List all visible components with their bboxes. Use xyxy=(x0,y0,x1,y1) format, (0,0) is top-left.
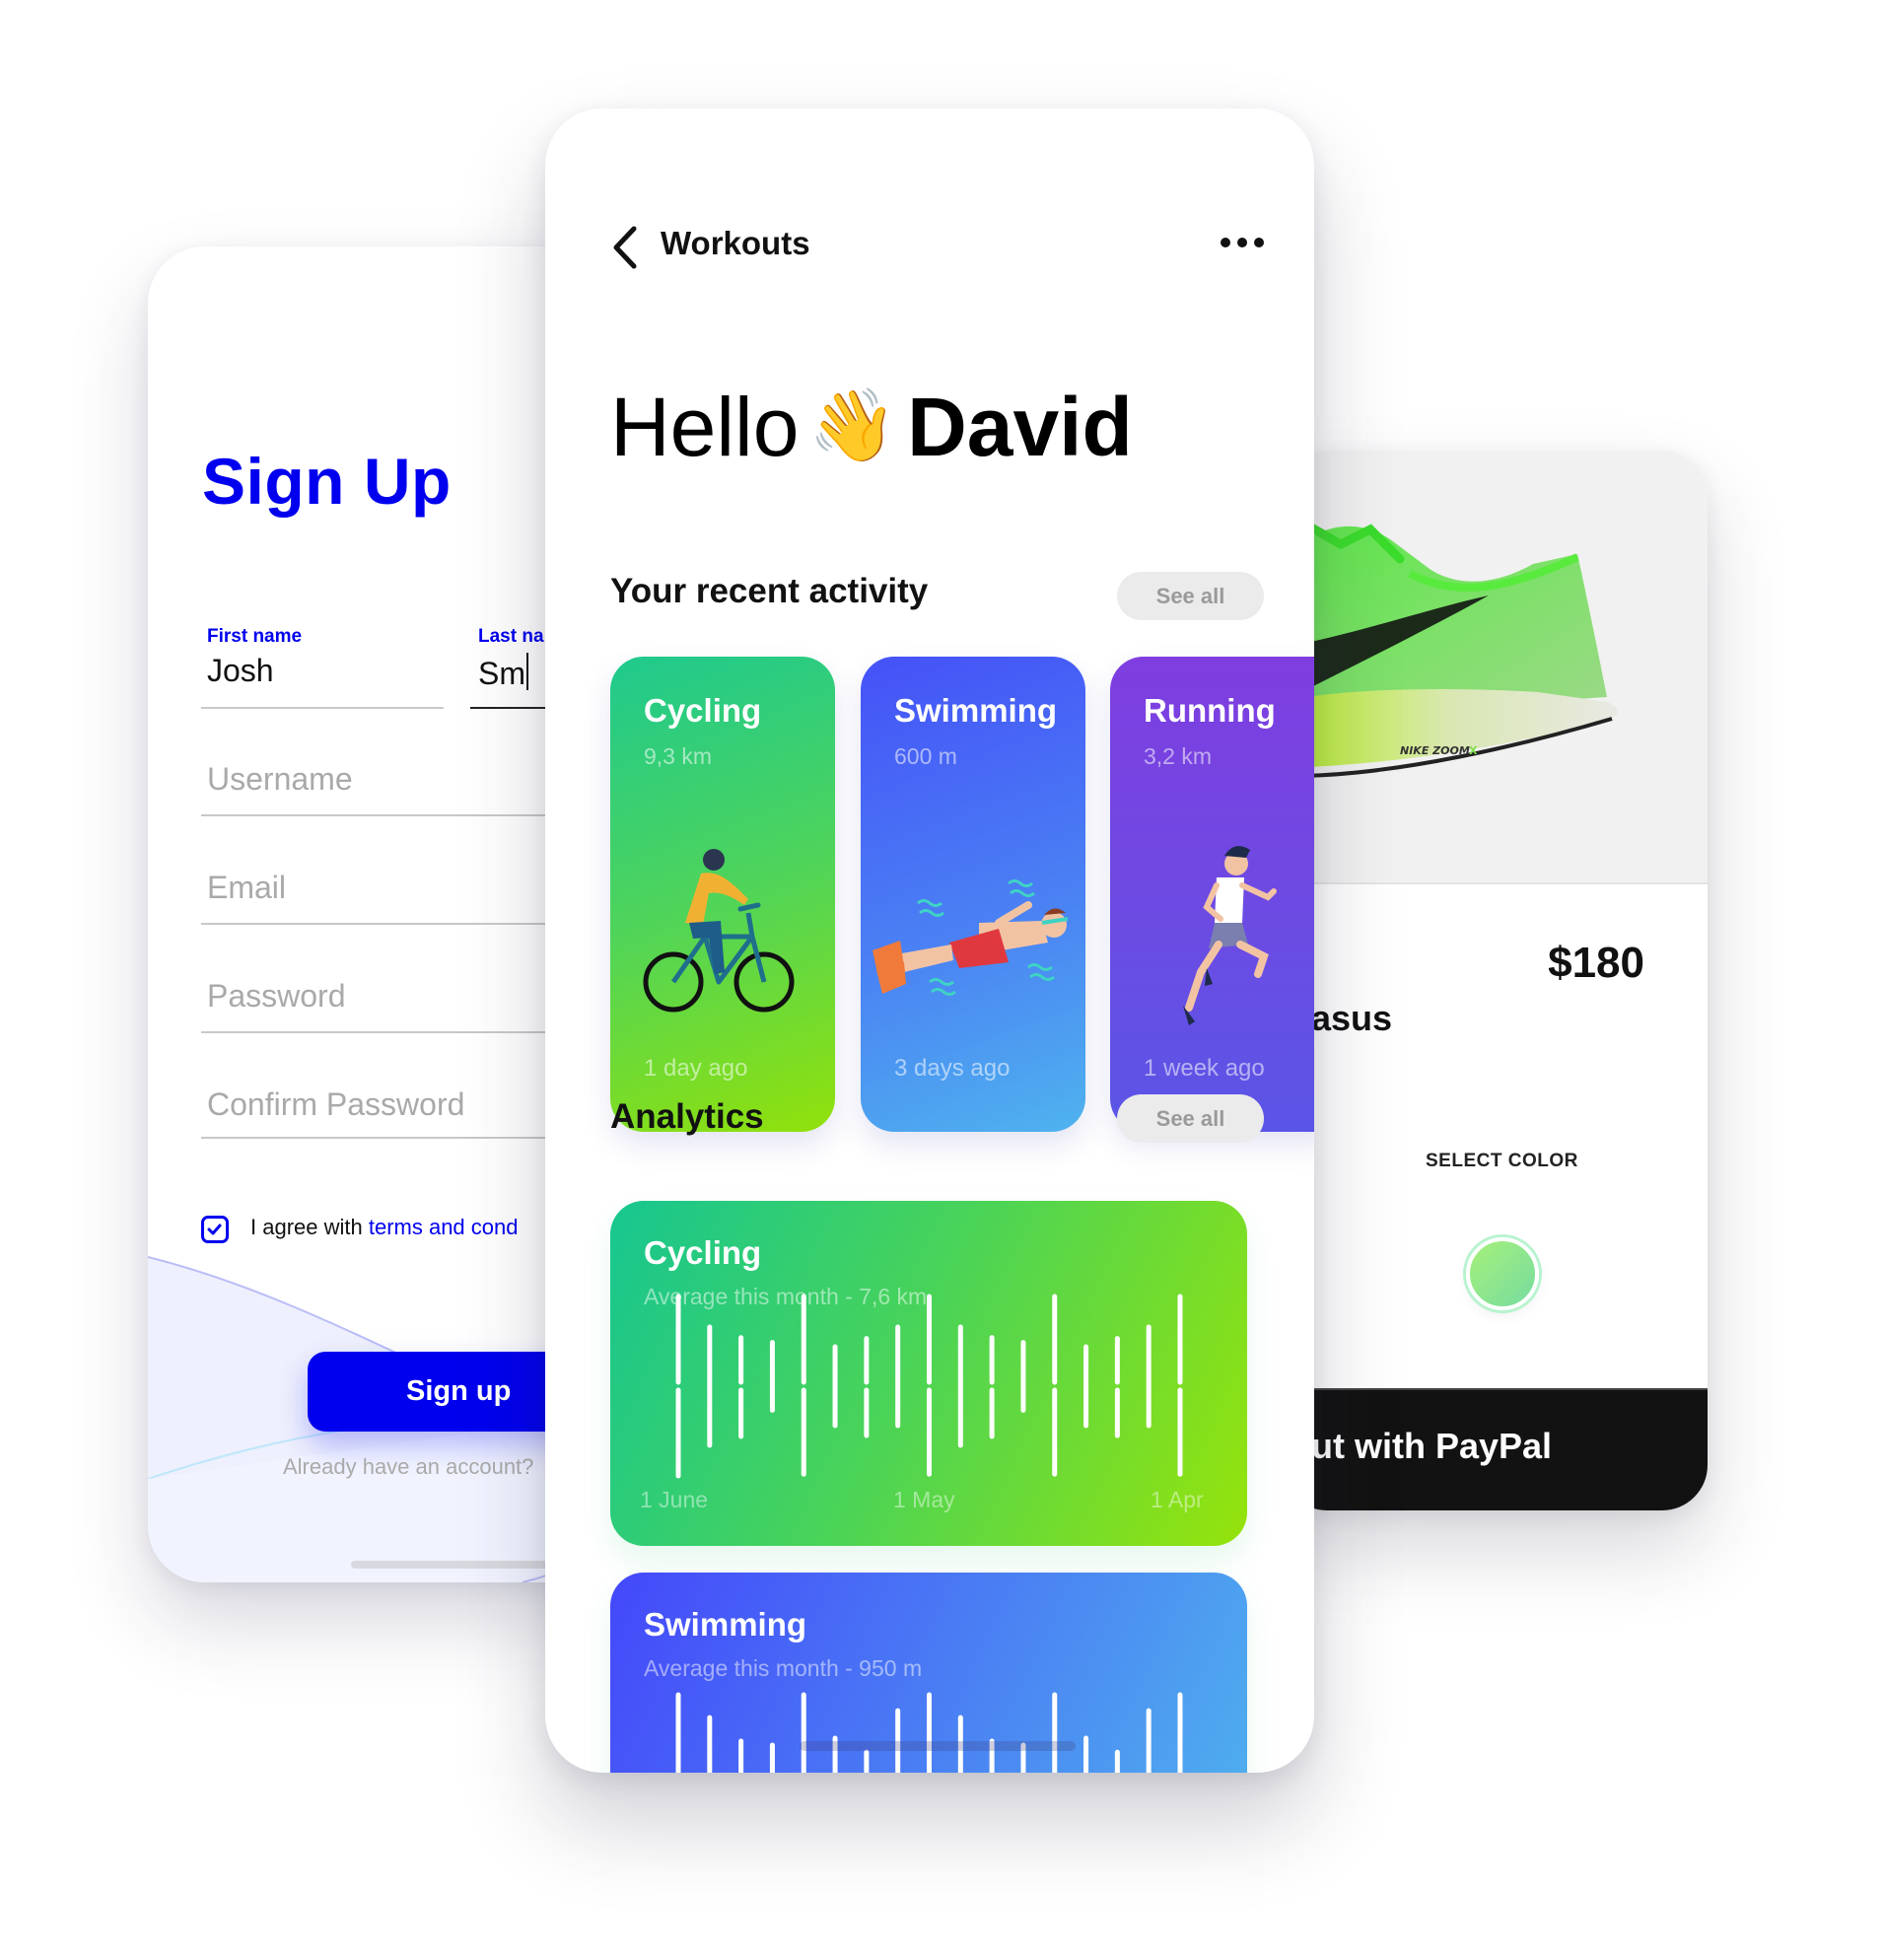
activity-time: 3 days ago xyxy=(894,1055,1011,1082)
activity-name: Swimming xyxy=(894,692,1058,729)
nav-title: Workouts xyxy=(661,225,810,261)
analytics-title: Analytics xyxy=(610,1097,764,1136)
back-chevron-icon[interactable] xyxy=(610,225,640,270)
agree-text: I agree with terms and cond xyxy=(250,1215,518,1240)
activity-name: Running xyxy=(1144,692,1276,729)
product-screen: NIKE ZOOM X $180 asus SELECT COLOR ut wi… xyxy=(1282,451,1708,1510)
x-tick-label: 1 May xyxy=(893,1487,955,1512)
home-indicator xyxy=(800,1741,1076,1751)
workouts-screen: Workouts Hello 👋 David Your recent activit… xyxy=(545,108,1314,1773)
product-image-area: NIKE ZOOM X xyxy=(1282,451,1708,884)
svg-text:NIKE ZOOM: NIKE ZOOM xyxy=(1400,744,1470,757)
runner-illustration-icon xyxy=(1183,846,1277,1025)
page-title: Sign Up xyxy=(202,445,452,518)
checkout-paypal-button[interactable]: ut with PayPal xyxy=(1282,1388,1708,1510)
activity-card-running[interactable]: Running 3,2 km 1 week ago xyxy=(1110,657,1314,1132)
checkmark-icon xyxy=(207,1224,222,1235)
greeting: Hello 👋 David xyxy=(610,380,1133,475)
last-name-label: Last na xyxy=(478,626,544,647)
activity-distance: 3,2 km xyxy=(1144,743,1213,769)
analytics-card-cycling[interactable]: Cycling Average this month - 7,6 km 1 Ju… xyxy=(610,1201,1247,1546)
terms-link[interactable]: terms and cond xyxy=(369,1215,519,1239)
text-cursor xyxy=(526,653,528,690)
activity-time: 1 day ago xyxy=(644,1055,748,1082)
agree-label: I agree with xyxy=(250,1215,369,1239)
waving-hand-icon: 👋 xyxy=(808,386,898,465)
activity-name: Cycling xyxy=(644,692,762,729)
cyclist-illustration-icon xyxy=(643,849,795,1013)
password-input[interactable]: Password xyxy=(207,978,346,1015)
select-color-label: SELECT COLOR xyxy=(1426,1151,1578,1171)
last-name-value: Sm xyxy=(478,656,525,691)
username-input[interactable]: Username xyxy=(207,761,353,798)
activity-card-cycling[interactable]: Cycling 9,3 km 1 day ago xyxy=(610,657,835,1132)
first-name-underline xyxy=(201,707,444,709)
user-name: David xyxy=(907,381,1133,473)
shoe-image: NIKE ZOOM X xyxy=(1282,522,1619,778)
activity-distance: 600 m xyxy=(894,743,957,769)
more-options-icon[interactable] xyxy=(1220,233,1265,252)
greeting-text: Hello xyxy=(610,381,800,473)
activity-card-swimming[interactable]: Swimming 600 m 3 days ago xyxy=(861,657,1085,1132)
recent-see-all-button[interactable]: See all xyxy=(1117,572,1264,620)
agree-checkbox[interactable] xyxy=(201,1216,229,1243)
color-swatch-green[interactable] xyxy=(1466,1237,1539,1310)
recent-activity-title: Your recent activity xyxy=(610,572,929,610)
last-name-input[interactable]: Sm xyxy=(478,653,528,692)
checkout-paypal-label: ut with PayPal xyxy=(1311,1426,1553,1466)
already-have-account-link[interactable]: Already have an account? xyxy=(283,1454,533,1480)
swimmer-illustration-icon xyxy=(873,879,1069,996)
confirm-password-input[interactable]: Confirm Password xyxy=(207,1086,464,1123)
analytics-see-all-button[interactable]: See all xyxy=(1117,1094,1264,1143)
first-name-label: First name xyxy=(207,626,303,647)
x-tick-label: 1 Apr xyxy=(1151,1487,1204,1512)
product-price: $180 xyxy=(1548,939,1644,987)
svg-text:X: X xyxy=(1469,744,1478,757)
x-tick-label: 1 June xyxy=(640,1487,709,1512)
product-name: asus xyxy=(1311,998,1393,1038)
activity-distance: 9,3 km xyxy=(644,743,713,769)
first-name-input[interactable]: Josh xyxy=(207,653,274,689)
activity-time: 1 week ago xyxy=(1144,1055,1265,1082)
email-input[interactable]: Email xyxy=(207,870,286,906)
